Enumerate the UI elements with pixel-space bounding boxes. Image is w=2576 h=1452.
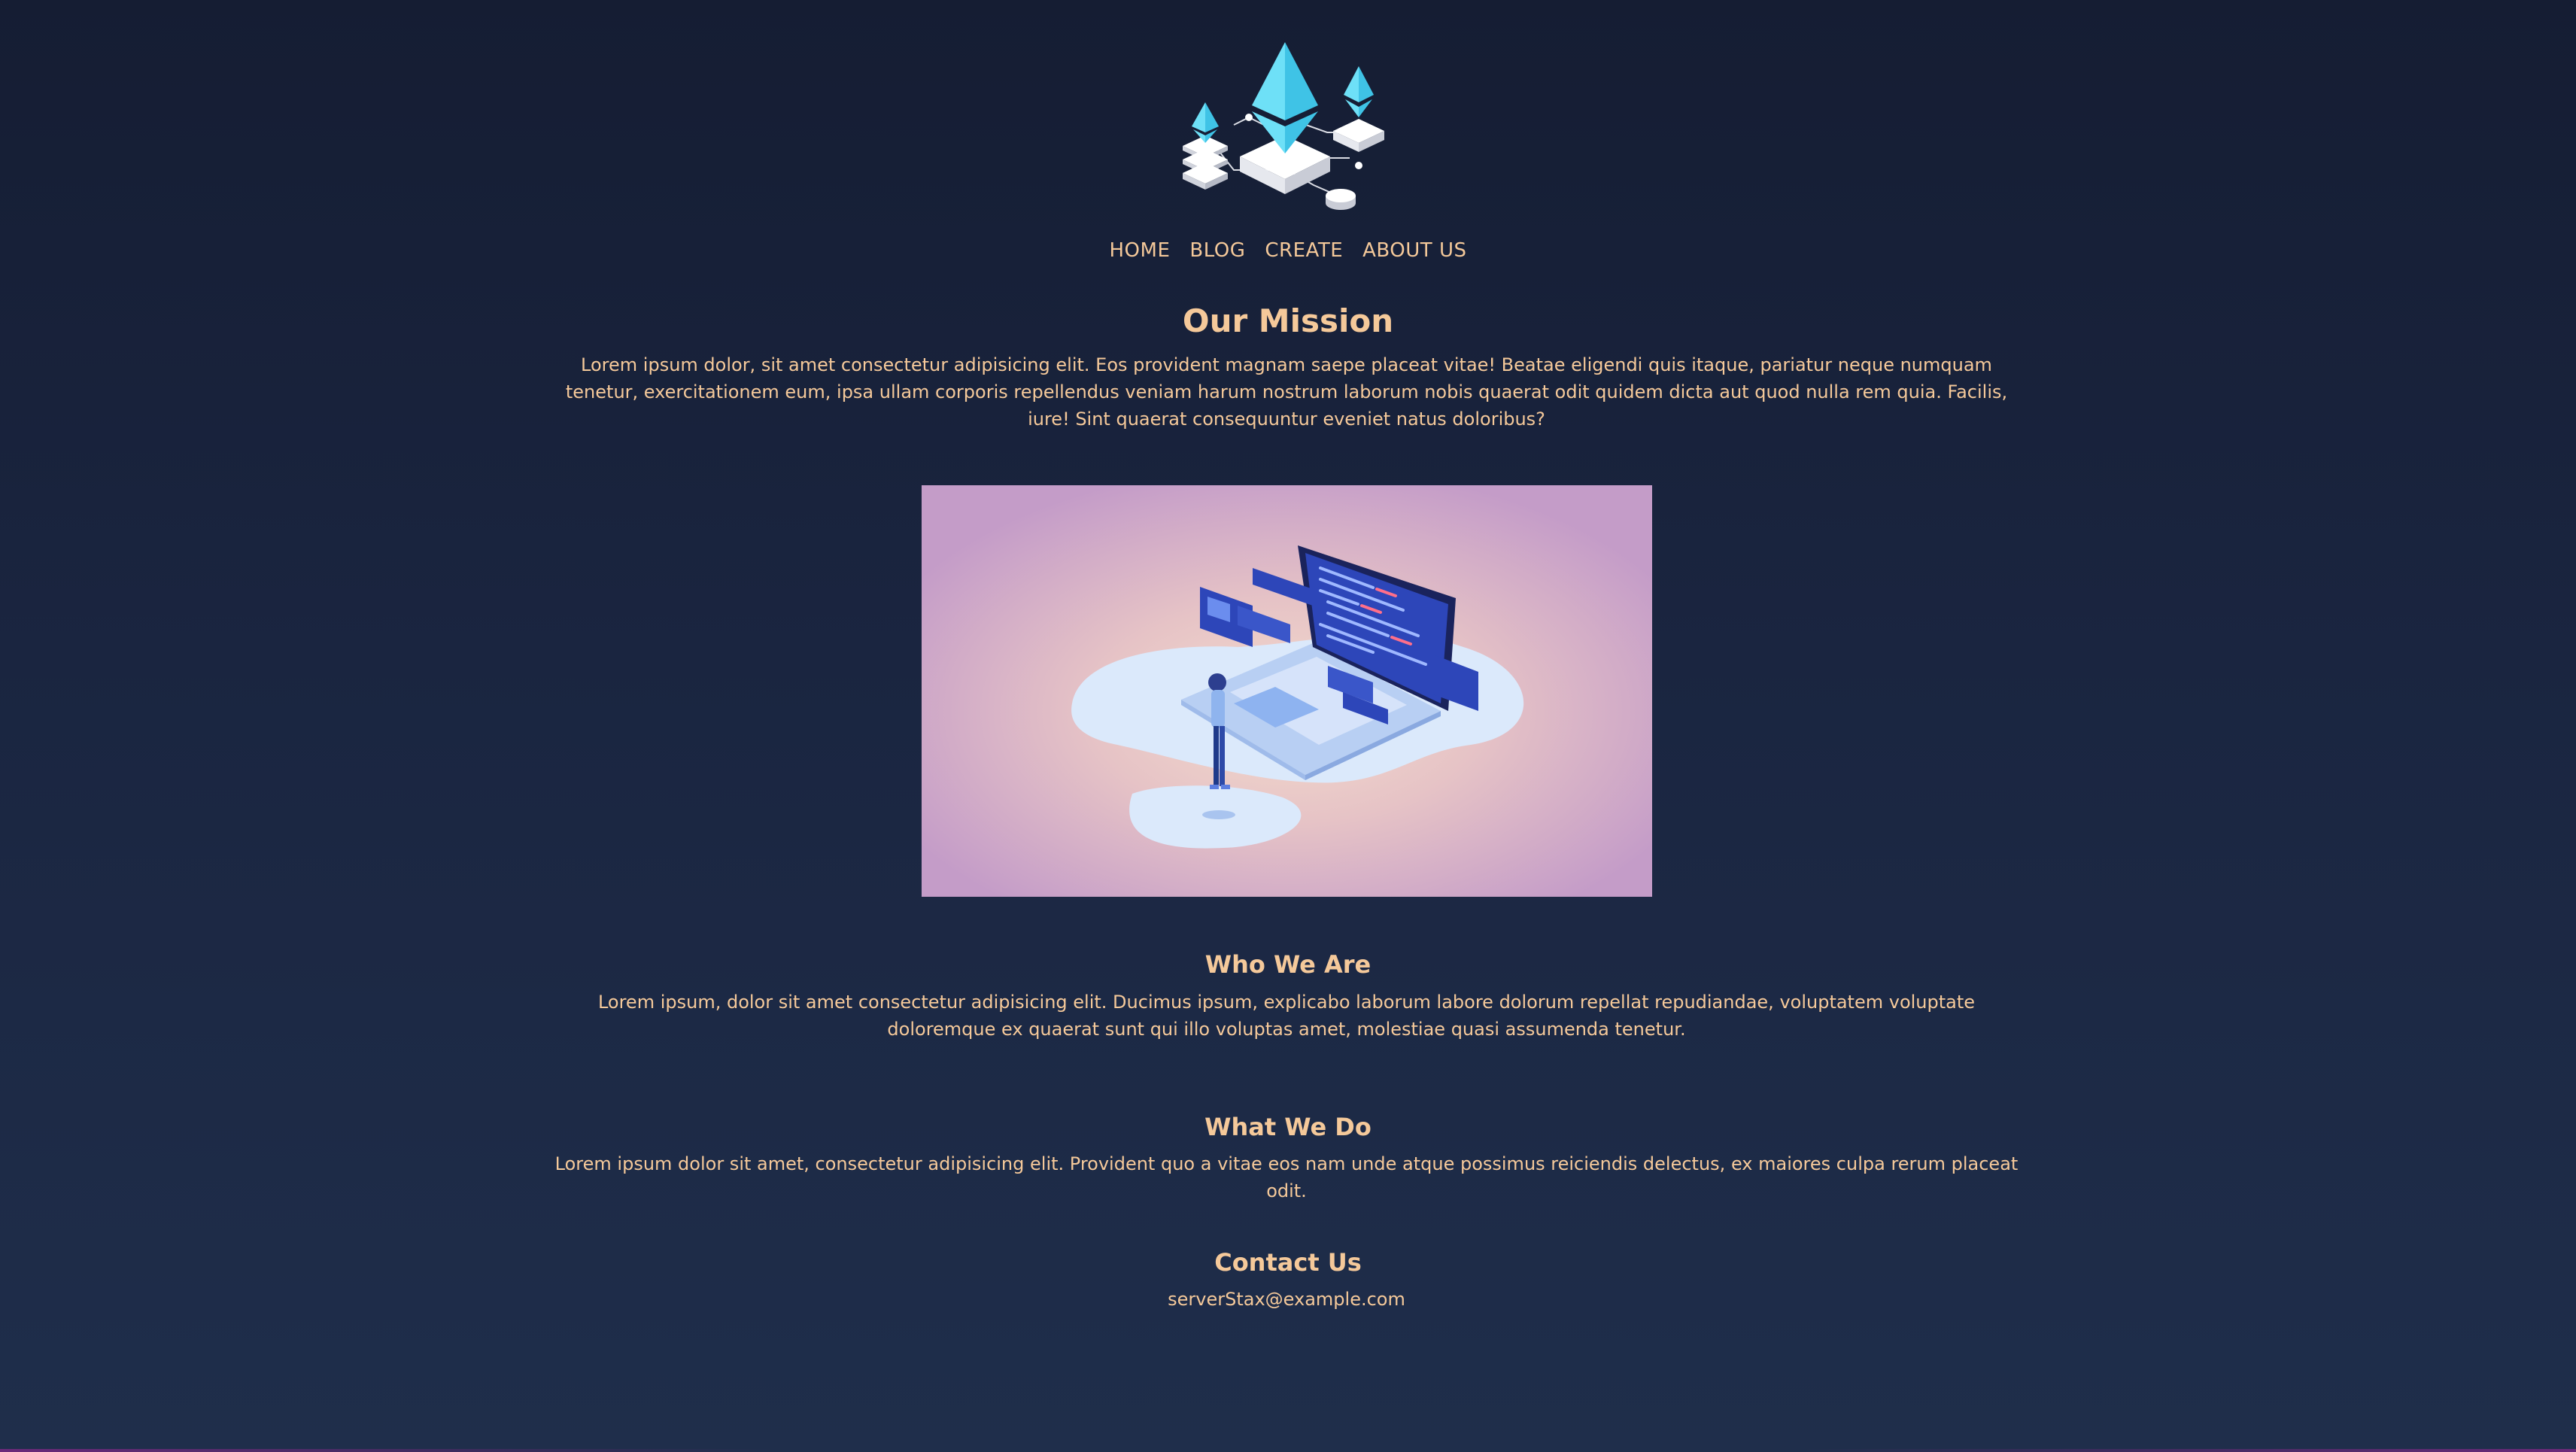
nav-blog-link[interactable]: BLOG	[1189, 239, 1245, 262]
who-we-are-text: Lorem ipsum, dolor sit amet consectetur …	[597, 992, 1976, 1040]
nav-about-link[interactable]: ABOUT US	[1362, 239, 1466, 262]
nav-home-link[interactable]: HOME	[1110, 239, 1171, 262]
developer-laptop-illustration	[922, 485, 1652, 897]
what-we-do-title: What We Do	[1204, 1113, 1372, 1141]
hero-illustration	[922, 485, 1652, 897]
contact-us-title: Contact Us	[1214, 1248, 1362, 1277]
about-page: HOME BLOG CREATE ABOUT US Our Mission Lo…	[0, 0, 2576, 1452]
bottom-border	[0, 1449, 2576, 1452]
main-nav: HOME BLOG CREATE ABOUT US	[0, 239, 2576, 262]
contact-email[interactable]: serverStax@example.com	[549, 1286, 2024, 1313]
ethereum-logo[interactable]	[1180, 36, 1390, 217]
mission-title: Our Mission	[1182, 302, 1394, 339]
nav-create-link[interactable]: CREATE	[1265, 239, 1343, 262]
who-we-are-title: Who We Are	[1204, 950, 1372, 979]
what-we-do-text: Lorem ipsum dolor sit amet, consectetur …	[554, 1153, 2019, 1201]
logo-graphic	[1183, 42, 1384, 210]
mission-text: Lorem ipsum dolor, sit amet consectetur …	[565, 354, 2008, 430]
